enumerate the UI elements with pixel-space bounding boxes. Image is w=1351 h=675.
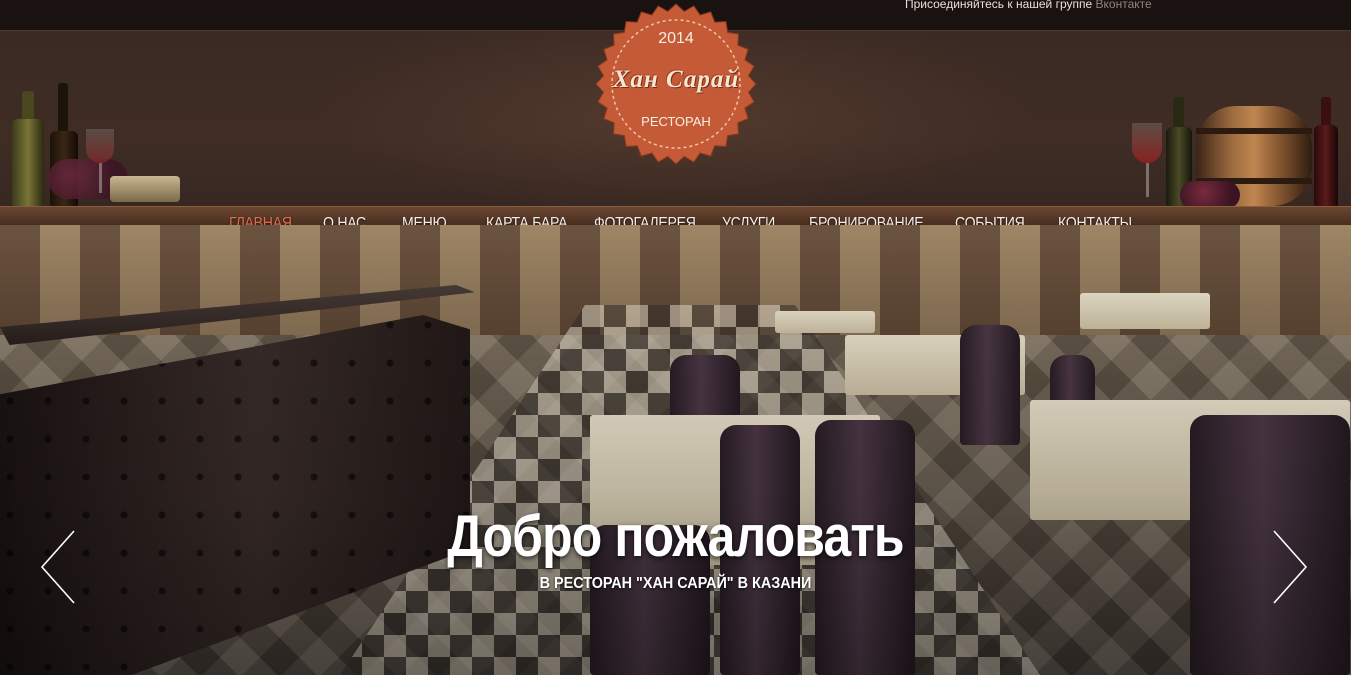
bottle-decoration [12, 119, 44, 207]
cheese-decoration [110, 176, 180, 202]
logo-name: Хан Сарай [612, 66, 740, 93]
slider-prev-button[interactable] [38, 527, 78, 607]
logo-year: 2014 [658, 30, 694, 47]
hero-overlay [0, 225, 1351, 675]
wine-glass-stem [99, 163, 102, 193]
hero-title: Добро пожаловать [447, 504, 904, 569]
join-text: Присоединяйтесь к нашей группе [905, 0, 1096, 11]
wine-glass-decoration [1132, 123, 1162, 163]
logo-subtitle: РЕСТОРАН [641, 114, 711, 129]
grapes-decoration [1180, 181, 1240, 209]
logo-badge[interactable]: 2014 Хан Сарай РЕСТОРАН [588, 2, 764, 166]
chevron-right-icon [1273, 530, 1308, 604]
bottle-neck-decoration [58, 83, 68, 133]
slider-next-button[interactable] [1270, 527, 1310, 607]
join-group-text: Присоединяйтесь к нашей группе Вконтакте [905, 0, 1152, 11]
wine-glass-stem [1146, 163, 1149, 197]
wine-glass-decoration [86, 129, 114, 163]
bottle-neck-decoration [1173, 97, 1184, 131]
hero-subtitle: В РЕСТОРАН "ХАН САРАЙ" В КАЗАНИ [539, 575, 812, 592]
hero-slider: Добро пожаловать В РЕСТОРАН "ХАН САРАЙ" … [0, 225, 1351, 675]
chevron-left-icon [40, 530, 75, 604]
bottle-decoration [1314, 125, 1338, 207]
vkontakte-link[interactable]: Вконтакте [1096, 0, 1152, 11]
bottle-neck-decoration [1321, 97, 1331, 127]
